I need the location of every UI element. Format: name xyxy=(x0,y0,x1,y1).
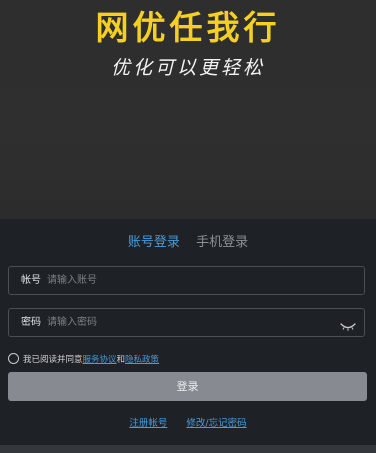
banner: 网优任我行 优化可以更轻松 xyxy=(0,0,376,219)
brand-title: 网优任我行 xyxy=(95,8,281,47)
bottom-strip xyxy=(0,445,376,453)
account-field[interactable]: 帐号 xyxy=(8,266,365,295)
password-label: 密码 xyxy=(21,317,41,328)
login-button[interactable]: 登录 xyxy=(8,372,367,401)
bottom-links: 注册帐号 修改/忘记密码 xyxy=(0,417,376,431)
password-input[interactable] xyxy=(47,309,327,336)
tab-phone-login[interactable]: 手机登录 xyxy=(196,233,248,253)
account-label: 帐号 xyxy=(21,275,41,286)
agreement-prefix: 我已阅读并同意 xyxy=(23,355,83,365)
brand-slogan: 优化可以更轻松 xyxy=(110,57,265,79)
agreement-radio[interactable] xyxy=(8,353,19,364)
privacy-policy-link[interactable]: 隐私政策 xyxy=(125,355,159,365)
agreement-and: 和 xyxy=(116,355,126,365)
register-link[interactable]: 注册帐号 xyxy=(129,417,167,431)
login-tabs: 账号登录 手机登录 xyxy=(0,233,376,253)
password-field[interactable]: 密码 xyxy=(8,308,365,337)
reset-password-link[interactable]: 修改/忘记密码 xyxy=(186,417,246,431)
account-input[interactable] xyxy=(47,267,327,294)
service-agreement-link[interactable]: 服务协议 xyxy=(83,355,117,365)
login-panel: 账号登录 手机登录 帐号 密码 我已阅读并同意服务协议和隐私政策 登录 注册帐号… xyxy=(0,219,376,445)
tab-account-login[interactable]: 账号登录 xyxy=(128,233,180,253)
eye-closed-icon[interactable] xyxy=(340,317,356,331)
agreement-row: 我已阅读并同意服务协议和隐私政策 xyxy=(8,353,159,367)
